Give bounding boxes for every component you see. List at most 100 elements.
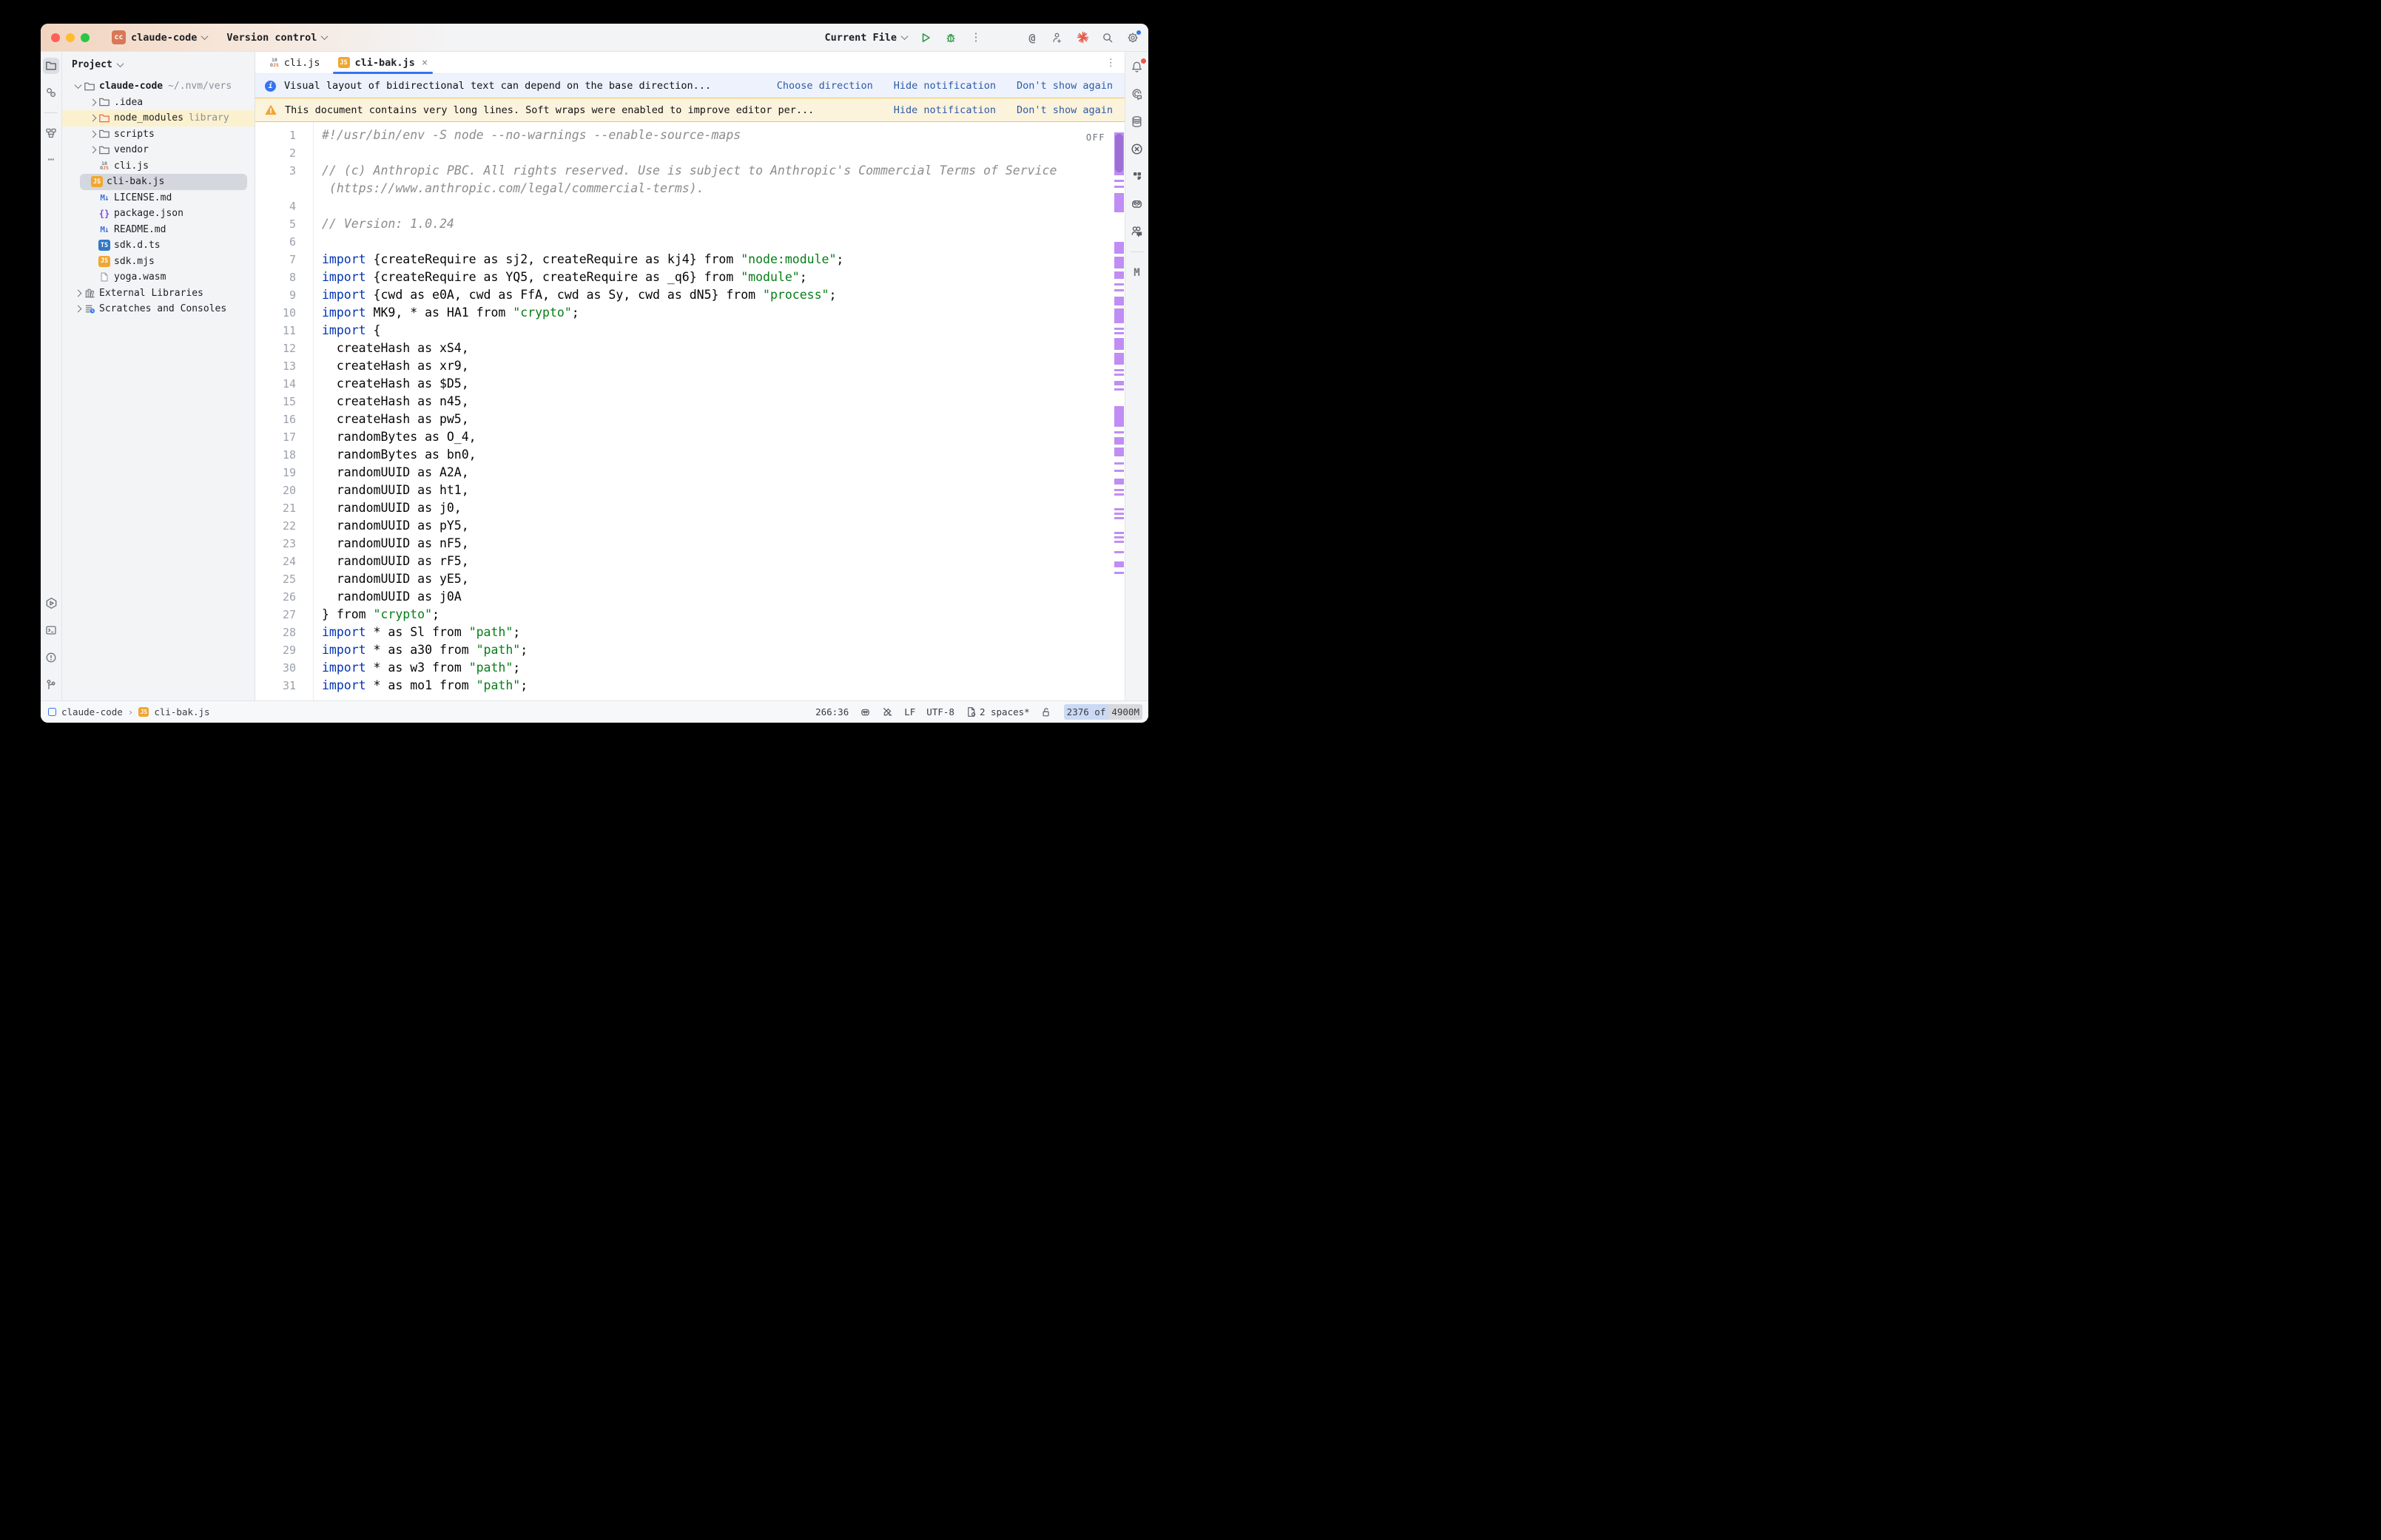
code-line[interactable]: 4 (255, 197, 1125, 215)
terminal-tool-icon[interactable] (43, 622, 59, 638)
change-marker-stripe[interactable] (1114, 122, 1125, 700)
line-ending-indicator[interactable]: LF (904, 706, 915, 717)
ai-chat-icon[interactable] (1129, 86, 1145, 102)
version-control-tool-icon[interactable] (43, 677, 59, 693)
scrollbar-thumb[interactable] (1115, 134, 1123, 172)
dont-show-again-link[interactable]: Don't show again (1017, 104, 1113, 116)
plugin-icon[interactable] (1129, 168, 1145, 184)
tree-item-package-json[interactable]: {}package.json (62, 206, 255, 222)
tree-item-claude-code[interactable]: claude-code~/.nvm/vers (62, 78, 255, 95)
code-line[interactable]: 22 randomUUID as pY5, (255, 517, 1125, 535)
tab-options-icon[interactable]: ⋮ (1106, 52, 1117, 73)
code-line[interactable]: 27} from "crypto"; (255, 606, 1125, 624)
code-line[interactable]: 29import * as a30 from "path"; (255, 641, 1125, 659)
tree-item-external-libraries[interactable]: External Libraries (62, 286, 255, 302)
code-line[interactable]: 6 (255, 233, 1125, 251)
minimize-window-button[interactable] (66, 33, 75, 42)
robot-icon[interactable] (1129, 195, 1145, 212)
code-line[interactable]: 3// (c) Anthropic PBC. All rights reserv… (255, 162, 1125, 180)
dont-show-again-link[interactable]: Don't show again (1017, 80, 1113, 92)
highlighting-icon[interactable] (882, 706, 893, 717)
code-line[interactable]: 18 randomBytes as bn0, (255, 446, 1125, 464)
notifications-icon[interactable] (1129, 58, 1145, 75)
tree-item-readme-md[interactable]: M↓README.md (62, 222, 255, 238)
code-line[interactable]: 10import MK9, * as HA1 from "crypto"; (255, 304, 1125, 322)
code-line[interactable]: 15 createHash as n45, (255, 393, 1125, 411)
tree-item-cli-js[interactable]: 10OJScli.js (62, 158, 255, 175)
project-switcher[interactable]: claude-code (131, 32, 207, 44)
commit-tool-icon[interactable] (43, 84, 59, 101)
breadcrumb-project[interactable]: claude-code (61, 706, 123, 717)
soft-wrap-indicator[interactable]: OFF (1086, 129, 1105, 146)
hide-notification-link[interactable]: Hide notification (894, 104, 996, 116)
x-circle-icon[interactable] (1129, 141, 1145, 157)
tree-item-license-md[interactable]: M↓LICENSE.md (62, 190, 255, 206)
project-panel-header[interactable]: Project (62, 53, 255, 75)
debug-button[interactable] (944, 31, 957, 44)
code-line[interactable]: 16 createHash as pw5, (255, 411, 1125, 428)
ai-assistant-icon[interactable]: @ (1026, 31, 1039, 44)
tree-item-sdk-mjs[interactable]: JSsdk.mjs (62, 254, 255, 270)
collaboration-icon[interactable] (1129, 223, 1145, 239)
project-tool-icon[interactable] (43, 58, 59, 74)
code-line[interactable]: 19 randomUUID as A2A, (255, 464, 1125, 482)
code-line[interactable]: 21 randomUUID as j0, (255, 499, 1125, 517)
problems-tool-icon[interactable] (43, 649, 59, 666)
indent-indicator[interactable]: 2 spaces* (966, 706, 1030, 717)
encoding-indicator[interactable]: UTF-8 (926, 706, 954, 717)
claude-burst-icon[interactable] (1076, 31, 1089, 44)
code-line[interactable]: 7import {createRequire as sj2, createReq… (255, 251, 1125, 269)
hide-notification-link[interactable]: Hide notification (894, 80, 996, 92)
code-line[interactable]: 9import {cwd as e0A, cwd as FfA, cwd as … (255, 286, 1125, 304)
code-line[interactable]: 12 createHash as xS4, (255, 340, 1125, 357)
code-line[interactable]: 17 randomBytes as O_4, (255, 428, 1125, 446)
tree-item-cli-bak-js[interactable]: JScli-bak.js (80, 174, 247, 190)
settings-icon[interactable] (1126, 31, 1139, 44)
more-options-icon[interactable]: ⋮ (969, 31, 983, 44)
tree-item-vendor[interactable]: vendor (62, 142, 255, 158)
code-line[interactable]: 8import {createRequire as YQ5, createReq… (255, 269, 1125, 286)
breadcrumb-file[interactable]: cli-bak.js (154, 706, 209, 717)
tree-item--idea[interactable]: .idea (62, 95, 255, 111)
code-line[interactable]: 1#!/usr/bin/env -S node --no-warnings --… (255, 126, 1125, 144)
code-line[interactable]: 23 randomUUID as nF5, (255, 535, 1125, 553)
lock-icon[interactable] (1041, 707, 1051, 717)
tree-item-scripts[interactable]: scripts (62, 126, 255, 143)
tree-chevron-icon[interactable] (87, 100, 98, 105)
tree-chevron-icon[interactable] (73, 84, 83, 89)
zoom-window-button[interactable] (81, 33, 90, 42)
code-editor[interactable]: 1#!/usr/bin/env -S node --no-warnings --… (255, 122, 1125, 700)
tree-chevron-icon[interactable] (87, 147, 98, 152)
tab-cli-js[interactable]: 10 OJS cli.js (261, 52, 329, 73)
database-icon[interactable] (1129, 113, 1145, 129)
tree-chevron-icon[interactable] (73, 291, 83, 296)
code-line[interactable]: 14 createHash as $D5, (255, 375, 1125, 393)
ai-status-icon[interactable] (860, 706, 871, 717)
add-user-icon[interactable] (1051, 31, 1064, 44)
run-configuration-selector[interactable]: Current File (824, 32, 907, 44)
caret-position[interactable]: 266:36 (815, 706, 849, 717)
version-control-menu[interactable]: Version control (226, 32, 327, 44)
code-line[interactable]: 30import * as w3 from "path"; (255, 659, 1125, 677)
tree-item-node-modules[interactable]: node_moduleslibrary (62, 110, 255, 126)
structure-tool-icon[interactable] (43, 125, 59, 141)
code-line[interactable]: 31import * as mo1 from "path"; (255, 677, 1125, 695)
close-window-button[interactable] (51, 33, 60, 42)
tree-chevron-icon[interactable] (73, 306, 83, 311)
code-line[interactable]: (https://www.anthropic.com/legal/commerc… (255, 180, 1125, 197)
tree-item-sdk-d-ts[interactable]: TSsdk.d.ts (62, 237, 255, 254)
tree-item-scratches-and-consoles[interactable]: Scratches and Consoles (62, 301, 255, 317)
run-button[interactable] (919, 31, 932, 44)
choose-direction-link[interactable]: Choose direction (777, 80, 873, 92)
code-line[interactable]: 20 randomUUID as ht1, (255, 482, 1125, 499)
code-line[interactable]: 25 randomUUID as yE5, (255, 570, 1125, 588)
code-line[interactable]: 28import * as Sl from "path"; (255, 624, 1125, 641)
memory-indicator[interactable]: 2376 of 4900M (1064, 704, 1142, 720)
code-line[interactable]: 24 randomUUID as rF5, (255, 553, 1125, 570)
close-tab-icon[interactable]: × (422, 57, 428, 69)
tree-chevron-icon[interactable] (87, 115, 98, 121)
code-line[interactable]: 11import { (255, 322, 1125, 340)
code-line[interactable]: 5// Version: 1.0.24 (255, 215, 1125, 233)
tree-item-yoga-wasm[interactable]: yoga.wasm (62, 269, 255, 286)
tree-chevron-icon[interactable] (87, 132, 98, 137)
